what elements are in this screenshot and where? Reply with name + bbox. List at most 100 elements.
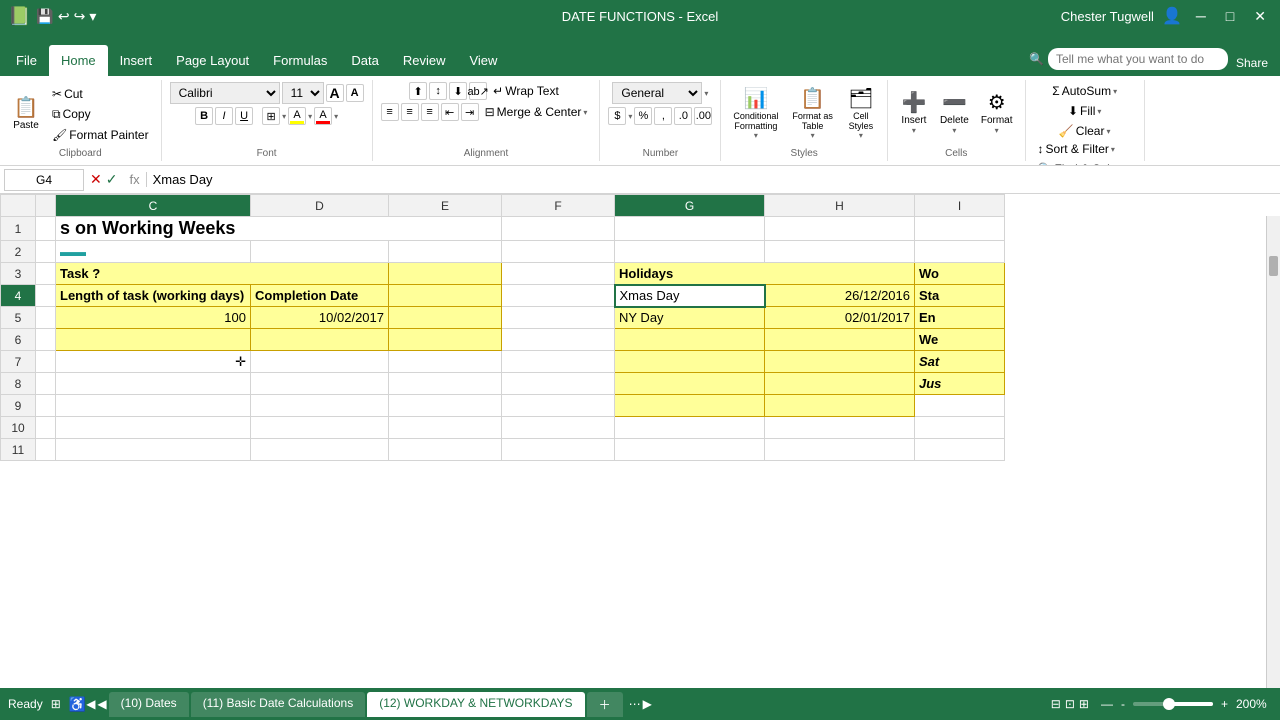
- number-format-select[interactable]: General: [612, 82, 702, 104]
- save-button[interactable]: 💾: [36, 8, 53, 25]
- delete-button[interactable]: ➖ Delete ▾: [936, 91, 973, 137]
- comma-button[interactable]: ,: [654, 107, 672, 125]
- search-input[interactable]: [1048, 48, 1228, 70]
- cell-B9[interactable]: [36, 395, 56, 417]
- tab-insert[interactable]: Insert: [108, 45, 165, 76]
- col-header-H[interactable]: H: [765, 195, 915, 217]
- cell-B11[interactable]: [36, 439, 56, 461]
- tab-home[interactable]: Home: [49, 45, 108, 76]
- increase-font-button[interactable]: A: [326, 84, 344, 102]
- cell-F7[interactable]: [502, 351, 615, 373]
- merge-center-button[interactable]: ⊟ Merge & Center ▾: [481, 103, 592, 121]
- cell-D2[interactable]: [251, 241, 389, 263]
- col-header-G[interactable]: G: [615, 195, 765, 217]
- cell-H2[interactable]: [765, 241, 915, 263]
- tab-formulas[interactable]: Formulas: [261, 45, 339, 76]
- fill-button[interactable]: ⬇ Fill ▾: [1064, 102, 1105, 120]
- align-top-button[interactable]: ⬆: [409, 82, 427, 100]
- cell-E9[interactable]: [389, 395, 502, 417]
- cell-E10[interactable]: [389, 417, 502, 439]
- scroll-right-button[interactable]: ▶: [643, 697, 652, 711]
- autosum-button[interactable]: Σ AutoSum ▾: [1048, 82, 1121, 100]
- col-header-AB[interactable]: [36, 195, 56, 217]
- cell-I2[interactable]: [915, 241, 1005, 263]
- cell-E11[interactable]: [389, 439, 502, 461]
- cell-D9[interactable]: [251, 395, 389, 417]
- cell-G10[interactable]: [615, 417, 765, 439]
- increase-indent-button[interactable]: ⇥: [461, 103, 479, 121]
- cell-H6[interactable]: [765, 329, 915, 351]
- conditional-formatting-button[interactable]: 📊 ConditionalFormatting ▾: [729, 87, 782, 142]
- cell-I7[interactable]: Sat: [915, 351, 1005, 373]
- wrap-text-button[interactable]: ↵ Wrap Text: [489, 82, 563, 100]
- increase-decimal-button[interactable]: .0: [674, 107, 692, 125]
- cell-C3[interactable]: Task ?: [56, 263, 389, 285]
- cell-I6[interactable]: We: [915, 329, 1005, 351]
- cell-B8[interactable]: [36, 373, 56, 395]
- cell-H9[interactable]: [765, 395, 915, 417]
- cell-B1[interactable]: [36, 217, 56, 241]
- sheet-tab-1[interactable]: (10) Dates: [109, 692, 189, 717]
- cell-E6[interactable]: [389, 329, 502, 351]
- cell-I9[interactable]: [915, 395, 1005, 417]
- sheet-tab-3[interactable]: (12) WORKDAY & NETWORKDAYS: [367, 692, 584, 717]
- cell-E7[interactable]: [389, 351, 502, 373]
- align-center-button[interactable]: ≡: [401, 103, 419, 121]
- cell-F6[interactable]: [502, 329, 615, 351]
- tab-data[interactable]: Data: [339, 45, 390, 76]
- cell-I10[interactable]: [915, 417, 1005, 439]
- undo-button[interactable]: ↩: [58, 8, 70, 25]
- cell-H10[interactable]: [765, 417, 915, 439]
- view-normal-button[interactable]: ⊟: [1051, 697, 1061, 711]
- cell-C7[interactable]: ✛: [56, 351, 251, 373]
- view-layout-button[interactable]: ⊡: [1065, 697, 1075, 711]
- cell-F1[interactable]: [502, 217, 615, 241]
- cell-F11[interactable]: [502, 439, 615, 461]
- cell-I8[interactable]: Jus: [915, 373, 1005, 395]
- clear-button[interactable]: 🧹 Clear ▾: [1055, 122, 1115, 140]
- tab-page-layout[interactable]: Page Layout: [164, 45, 261, 76]
- cut-button[interactable]: ✂ Cut: [48, 85, 153, 103]
- view-page-break-button[interactable]: ⊞: [1079, 697, 1089, 711]
- cell-C11[interactable]: [56, 439, 251, 461]
- cell-D7[interactable]: [251, 351, 389, 373]
- confirm-formula-icon[interactable]: ✓: [106, 171, 118, 188]
- cell-F8[interactable]: [502, 373, 615, 395]
- cell-E4[interactable]: [389, 285, 502, 307]
- underline-button[interactable]: U: [235, 107, 253, 125]
- redo-button[interactable]: ↪: [74, 8, 86, 25]
- align-right-button[interactable]: ≡: [421, 103, 439, 121]
- cell-H4[interactable]: 26/12/2016: [765, 285, 915, 307]
- col-header-C[interactable]: C: [56, 195, 251, 217]
- tab-view[interactable]: View: [457, 45, 509, 76]
- cell-E8[interactable]: [389, 373, 502, 395]
- cell-D10[interactable]: [251, 417, 389, 439]
- cell-reference-box[interactable]: [4, 169, 84, 191]
- align-left-button[interactable]: ≡: [381, 103, 399, 121]
- border-button[interactable]: ⊞: [262, 107, 280, 125]
- cell-I1[interactable]: [915, 217, 1005, 241]
- cell-G5[interactable]: NY Day: [615, 307, 765, 329]
- cell-G11[interactable]: [615, 439, 765, 461]
- italic-button[interactable]: I: [215, 107, 233, 125]
- cell-C4[interactable]: Length of task (working days): [56, 285, 251, 307]
- maximize-button[interactable]: □: [1220, 6, 1240, 26]
- col-header-F[interactable]: F: [502, 195, 615, 217]
- cell-I11[interactable]: [915, 439, 1005, 461]
- zoom-out-button[interactable]: -: [1121, 697, 1125, 711]
- col-header-D[interactable]: D: [251, 195, 389, 217]
- cell-I3[interactable]: Wo: [915, 263, 1005, 285]
- format-as-table-button[interactable]: 📋 Format asTable ▾: [788, 87, 837, 142]
- cell-G4[interactable]: Xmas Day: [615, 285, 765, 307]
- cell-styles-button[interactable]: 🗂 CellStyles ▾: [843, 87, 879, 142]
- vertical-scrollbar[interactable]: [1266, 216, 1280, 688]
- col-header-E[interactable]: E: [389, 195, 502, 217]
- share-button[interactable]: Share: [1236, 56, 1268, 70]
- cell-C9[interactable]: [56, 395, 251, 417]
- cell-E3[interactable]: [389, 263, 502, 285]
- zoom-in-button[interactable]: +: [1221, 697, 1228, 711]
- cell-B4[interactable]: [36, 285, 56, 307]
- cell-F5[interactable]: [502, 307, 615, 329]
- zoom-slider[interactable]: [1133, 702, 1213, 706]
- bold-button[interactable]: B: [195, 107, 213, 125]
